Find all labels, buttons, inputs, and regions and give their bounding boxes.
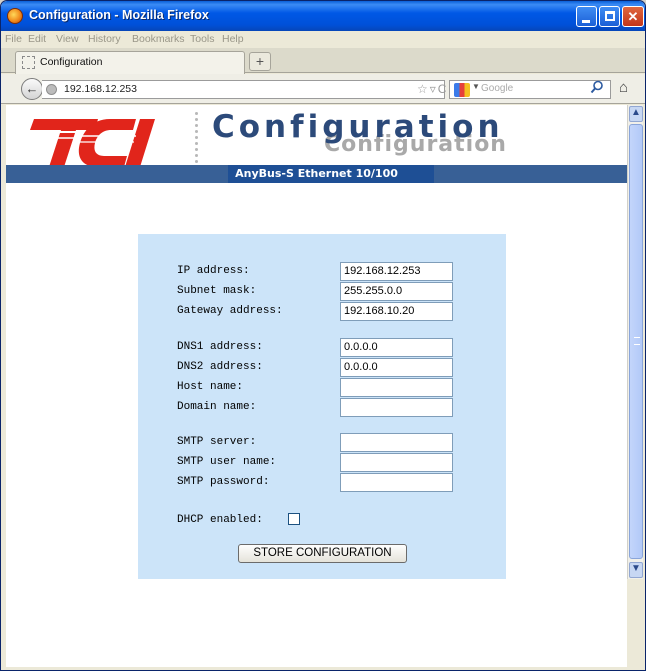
gateway-address-field[interactable]: 192.168.10.20 bbox=[340, 302, 453, 321]
tab-label: Configuration bbox=[40, 56, 103, 68]
dns2-label: DNS2 address: bbox=[177, 361, 263, 373]
smtp-server-label: SMTP server: bbox=[177, 436, 257, 448]
tci-logo bbox=[16, 119, 155, 167]
window-title: Configuration - Mozilla Firefox bbox=[29, 8, 209, 22]
reload-icon[interactable]: C bbox=[438, 82, 449, 96]
gateway-label: Gateway address: bbox=[177, 305, 283, 317]
search-placeholder: Google bbox=[481, 83, 514, 94]
configuration-form: IP address: 192.168.12.253 Subnet mask: … bbox=[138, 234, 506, 579]
dhcp-label: DHCP enabled: bbox=[177, 514, 263, 526]
page-favicon-icon bbox=[22, 56, 35, 69]
page-heading: Configuration bbox=[212, 109, 504, 145]
store-configuration-button[interactable]: STORE CONFIGURATION bbox=[238, 544, 407, 563]
search-icon[interactable] bbox=[590, 80, 604, 94]
menu-bar: File Edit View History Bookmarks Tools H… bbox=[1, 31, 645, 48]
close-button[interactable]: ✕ bbox=[622, 6, 644, 27]
tab-configuration[interactable]: Configuration bbox=[15, 51, 245, 74]
google-engine-icon[interactable] bbox=[454, 83, 470, 97]
host-name-field[interactable] bbox=[340, 378, 453, 397]
maximize-button[interactable] bbox=[599, 6, 620, 27]
dns2-address-field[interactable]: 0.0.0.0 bbox=[340, 358, 453, 377]
minimize-icon bbox=[582, 20, 590, 23]
domain-name-field[interactable] bbox=[340, 398, 453, 417]
back-button[interactable]: ← bbox=[21, 78, 43, 100]
page-content: Configuration Configuration AnyBus-S Eth… bbox=[6, 105, 627, 667]
search-input[interactable]: ▼ Google bbox=[449, 80, 611, 99]
smtp-server-field[interactable] bbox=[340, 433, 453, 452]
menu-view[interactable]: View bbox=[56, 33, 79, 45]
subnet-mask-field[interactable]: 255.255.0.0 bbox=[340, 282, 453, 301]
menu-help[interactable]: Help bbox=[222, 33, 244, 45]
host-label: Host name: bbox=[177, 381, 244, 393]
home-icon[interactable]: ⌂ bbox=[619, 79, 628, 96]
scroll-up-button[interactable]: ▲ bbox=[629, 106, 643, 122]
vertical-scrollbar[interactable]: ▲ ▼ bbox=[627, 105, 643, 579]
title-bar[interactable]: Configuration - Mozilla Firefox ✕ bbox=[1, 1, 645, 31]
ip-address-field[interactable]: 192.168.12.253 bbox=[340, 262, 453, 281]
dropdown-arrow-icon[interactable]: ▿ bbox=[430, 82, 438, 96]
status-bar bbox=[1, 667, 645, 670]
menu-tools[interactable]: Tools bbox=[190, 33, 215, 45]
minimize-button[interactable] bbox=[576, 6, 597, 27]
navigation-bar: ← 192.168.12.253 ☆▿C ▼ Google bbox=[1, 74, 645, 104]
engine-dropdown-icon[interactable]: ▼ bbox=[472, 82, 480, 91]
firefox-icon bbox=[7, 8, 23, 24]
subnet-label: Subnet mask: bbox=[177, 285, 257, 297]
close-icon: ✕ bbox=[627, 9, 639, 24]
menu-history[interactable]: History bbox=[88, 33, 121, 45]
dns1-label: DNS1 address: bbox=[177, 341, 263, 353]
scroll-thumb[interactable] bbox=[629, 124, 643, 559]
menu-edit[interactable]: Edit bbox=[28, 33, 46, 45]
domain-label: Domain name: bbox=[177, 401, 257, 413]
page-subtitle: AnyBus-S Ethernet 10/100 bbox=[235, 167, 398, 180]
smtp-password-field[interactable] bbox=[340, 473, 453, 492]
browser-window: Configuration - Mozilla Firefox ✕ File E… bbox=[0, 0, 646, 671]
header-bar: AnyBus-S Ethernet 10/100 bbox=[6, 165, 627, 183]
smtp-password-label: SMTP password: bbox=[177, 476, 270, 488]
scroll-down-button[interactable]: ▼ bbox=[629, 562, 643, 578]
logo-divider bbox=[195, 110, 199, 170]
tab-strip: Configuration + bbox=[1, 48, 645, 74]
bookmark-star-icon[interactable]: ☆ bbox=[417, 82, 430, 96]
maximize-icon bbox=[605, 11, 615, 21]
url-text: 192.168.12.253 bbox=[64, 83, 137, 95]
smtp-user-name-field[interactable] bbox=[340, 453, 453, 472]
globe-icon bbox=[46, 84, 57, 95]
url-bar[interactable]: 192.168.12.253 ☆▿C bbox=[42, 80, 447, 99]
new-tab-button[interactable]: + bbox=[249, 52, 271, 71]
smtp-user-label: SMTP user name: bbox=[177, 456, 277, 468]
dns1-address-field[interactable]: 0.0.0.0 bbox=[340, 338, 453, 357]
menu-bookmarks[interactable]: Bookmarks bbox=[132, 33, 185, 45]
dhcp-enabled-checkbox[interactable] bbox=[288, 513, 300, 525]
menu-file[interactable]: File bbox=[5, 33, 22, 45]
ip-label: IP address: bbox=[177, 265, 250, 277]
